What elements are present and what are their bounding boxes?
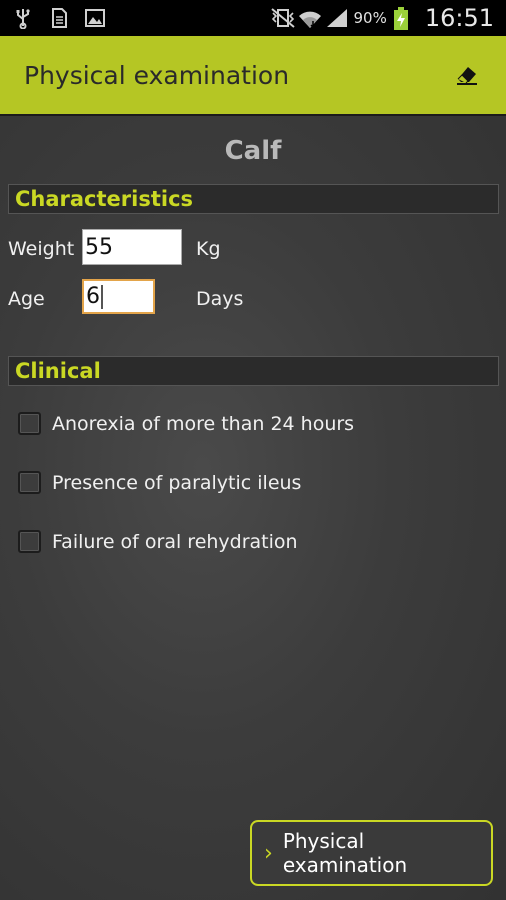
wifi-icon bbox=[297, 7, 322, 29]
action-bar: Physical examination bbox=[0, 36, 506, 116]
clinical-item-anorexia[interactable]: Anorexia of more than 24 hours bbox=[18, 412, 354, 435]
checkbox[interactable] bbox=[18, 412, 41, 435]
weight-value: 55 bbox=[85, 234, 113, 260]
status-bar: 90% 16:51 bbox=[0, 0, 506, 36]
checkbox[interactable] bbox=[18, 471, 41, 494]
characteristics-header: Characteristics bbox=[8, 184, 499, 214]
weight-label: Weight bbox=[8, 238, 75, 260]
image-icon bbox=[84, 7, 106, 29]
signal-icon bbox=[325, 7, 348, 29]
clinical-item-paralytic-ileus[interactable]: Presence of paralytic ileus bbox=[18, 471, 301, 494]
page-title: Physical examination bbox=[24, 60, 290, 90]
age-unit: Days bbox=[196, 288, 244, 310]
content-area bbox=[0, 116, 506, 900]
age-value: 6 bbox=[86, 284, 100, 309]
clock: 16:51 bbox=[424, 4, 494, 32]
physical-examination-button[interactable]: › Physical examination bbox=[250, 820, 493, 886]
animal-title: Calf bbox=[224, 136, 282, 166]
sim-card-icon bbox=[48, 7, 70, 29]
battery-charging-icon bbox=[393, 7, 415, 30]
usb-icon bbox=[12, 7, 34, 30]
button-label: Physical examination bbox=[282, 829, 408, 877]
text-caret bbox=[101, 284, 103, 309]
checkbox[interactable] bbox=[18, 530, 41, 553]
checkbox-label: Presence of paralytic ileus bbox=[52, 471, 302, 494]
battery-percent: 90% bbox=[353, 9, 387, 27]
age-label: Age bbox=[8, 288, 45, 310]
checkbox-label: Failure of oral rehydration bbox=[52, 530, 298, 553]
clinical-item-oral-rehydration[interactable]: Failure of oral rehydration bbox=[18, 530, 298, 553]
chevron-right-icon: › bbox=[264, 840, 273, 866]
clinical-header: Clinical bbox=[8, 356, 499, 386]
weight-input[interactable]: 55 bbox=[82, 229, 182, 265]
vibrate-mute-icon bbox=[269, 7, 296, 29]
eraser-icon[interactable] bbox=[452, 60, 482, 90]
age-input[interactable]: 6 bbox=[82, 279, 155, 314]
weight-unit: Kg bbox=[196, 238, 221, 260]
checkbox-label: Anorexia of more than 24 hours bbox=[52, 412, 355, 435]
